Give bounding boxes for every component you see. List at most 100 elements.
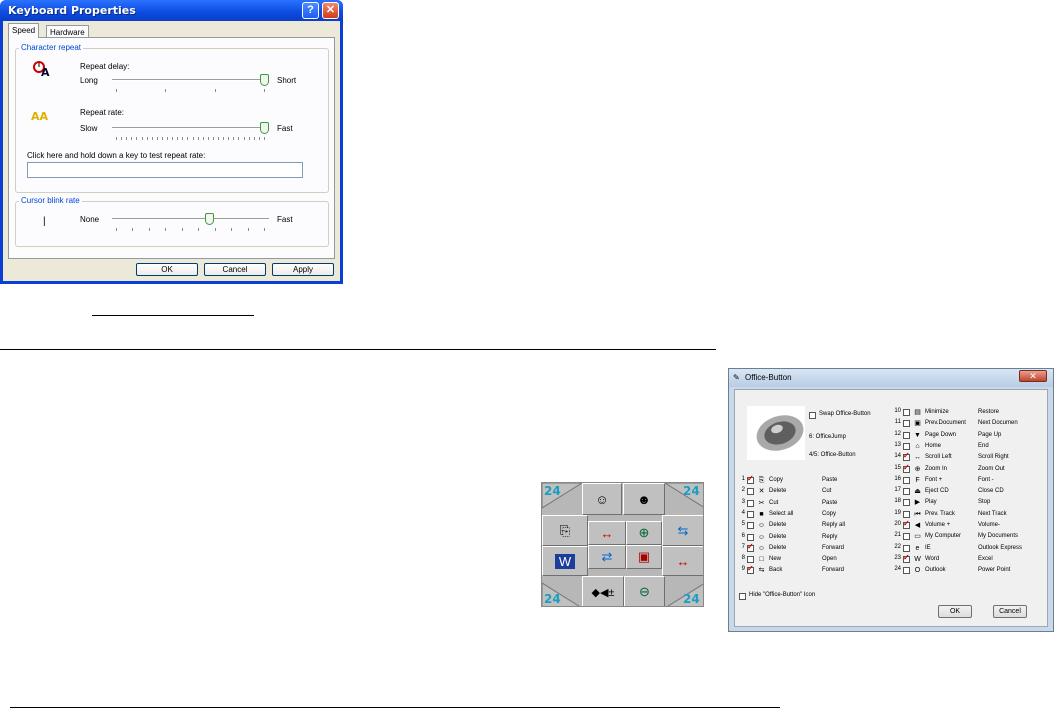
assignment-checkbox[interactable] (903, 463, 910, 473)
slider-tick (213, 137, 214, 140)
slider-tick (167, 137, 168, 140)
mail-icon: ☺ (757, 522, 766, 530)
swap-office-button-checkbox[interactable] (809, 412, 816, 419)
assignment-checkbox[interactable] (747, 488, 754, 496)
hide-icon-checkbox[interactable] (739, 593, 746, 600)
reply-icon[interactable]: ☺ (582, 483, 622, 515)
cancel-button[interactable]: Cancel (993, 605, 1027, 618)
slider-thumb[interactable] (260, 74, 269, 86)
reply-all-icon[interactable]: ☻ (623, 483, 665, 515)
prev-track-icon: ⏮ (914, 510, 921, 518)
primary-action: Font + (925, 476, 943, 483)
ok-button[interactable]: OK (136, 263, 198, 276)
button-number: 9 (741, 566, 745, 573)
assignment-checkbox[interactable] (903, 476, 910, 484)
assignment-checkbox[interactable] (747, 522, 754, 530)
assignment-checkbox[interactable] (903, 533, 910, 541)
assignment-row: 13 ⌂ Home End (891, 442, 1041, 453)
cursor-icon: | (43, 216, 46, 227)
secondary-action: Reply (822, 533, 838, 540)
paste-icon[interactable]: ⎘ (542, 515, 588, 546)
ok-button[interactable]: OK (938, 605, 972, 618)
close-button[interactable]: ✕ (322, 2, 339, 19)
test-repeat-field[interactable] (27, 162, 303, 178)
primary-action: Back (769, 567, 783, 574)
assignment-checkbox[interactable] (903, 510, 910, 518)
slider-tick (162, 137, 163, 140)
slider-tick (182, 228, 183, 231)
play-icon: ▶ (914, 499, 921, 507)
scroll-right-icon[interactable]: ↔ (662, 546, 703, 576)
word-icon[interactable]: W (542, 546, 588, 576)
assignment-row: 24 O Outlook Power Point (891, 566, 1041, 577)
assignment-row: 12 ▼ Page Down Page Up (891, 431, 1041, 442)
slider-tick (264, 137, 265, 140)
assignment-checkbox[interactable] (903, 553, 910, 563)
slider-tick (142, 137, 143, 140)
assignment-checkbox[interactable] (747, 510, 754, 518)
assignment-row: 10 ▤ Minimize Restore (891, 408, 1041, 419)
slider-thumb[interactable] (260, 122, 269, 134)
swap-icon[interactable]: ⇆ (662, 515, 703, 546)
assignment-row: 17 ⏏ Eject CD Close CD (891, 487, 1041, 498)
assignment-checkbox[interactable] (747, 533, 754, 541)
zoom-out-icon[interactable]: ⊖ (624, 576, 665, 606)
assignment-checkbox[interactable] (747, 542, 754, 552)
volume-icon[interactable]: ◆◀± (582, 576, 624, 606)
assignment-checkbox[interactable] (747, 499, 754, 507)
secondary-action: Zoom Out (978, 465, 1005, 472)
assignment-checkbox[interactable] (747, 556, 754, 564)
primary-action: Word (925, 555, 940, 562)
corner-number: 24 (683, 592, 700, 606)
tab-speed[interactable]: Speed (8, 23, 40, 38)
slider-tick (116, 89, 117, 92)
assignment-checkbox[interactable] (903, 431, 910, 439)
assignment-checkbox[interactable] (903, 499, 910, 507)
assignment-row: 8 □ New Open (735, 555, 885, 566)
assignment-checkbox[interactable] (747, 564, 754, 575)
office-jump-label: 6: OfficeJump (809, 434, 846, 440)
button-number: 12 (894, 430, 901, 437)
slider-tick (233, 137, 234, 140)
apply-button[interactable]: Apply (272, 263, 334, 276)
assignment-checkbox[interactable] (747, 474, 754, 484)
repeat-rate-slider[interactable] (112, 122, 269, 142)
slider-tick (259, 137, 260, 140)
eject-icon: ⏏ (914, 488, 921, 496)
corner-number: 24 (544, 484, 561, 498)
zoom-in-icon[interactable]: ⊕ (626, 521, 662, 545)
button-number: 5 (741, 521, 745, 528)
slider-thumb[interactable] (205, 213, 214, 225)
slider-tick (264, 89, 265, 92)
assignment-checkbox[interactable] (903, 544, 910, 552)
assignment-checkbox[interactable] (903, 488, 910, 496)
assignment-checkbox[interactable] (903, 567, 910, 575)
copy-icon[interactable]: ▣ (626, 545, 662, 569)
secondary-action: Next Documen (978, 420, 1018, 427)
secondary-action: Forward (822, 544, 845, 551)
secondary-action: Paste (822, 477, 838, 483)
assignment-checkbox[interactable] (903, 420, 910, 428)
primary-action: New (769, 556, 782, 563)
scroll-left-icon[interactable]: ↔ (588, 521, 626, 545)
assignment-checkbox[interactable] (903, 409, 910, 416)
assignment-checkbox[interactable] (903, 442, 910, 450)
assignment-checkbox[interactable] (903, 451, 910, 462)
assignment-row: 6 ☺ Delete Reply (735, 533, 885, 544)
cursor-blink-slider[interactable] (112, 213, 269, 233)
button-number: 4 (741, 509, 745, 516)
repeat-delay-slider[interactable] (112, 74, 269, 94)
secondary-action: Close CD (978, 488, 1004, 495)
button-number: 3 (741, 498, 745, 505)
assignment-row: 7 ☺Delete Forward (735, 542, 885, 555)
assignment-row: 3 ✂ Cut Paste (735, 499, 885, 510)
slider-tick (231, 228, 232, 231)
primary-action: Copy (769, 477, 784, 483)
button-number: 2 (741, 487, 745, 494)
cancel-button[interactable]: Cancel (204, 263, 266, 276)
next-doc-icon[interactable]: ⇄ (588, 545, 626, 569)
assignment-checkbox[interactable] (903, 519, 910, 529)
close-button[interactable]: ✕ (1019, 370, 1047, 382)
help-button[interactable]: ? (302, 2, 319, 19)
slider-tick (238, 137, 239, 140)
